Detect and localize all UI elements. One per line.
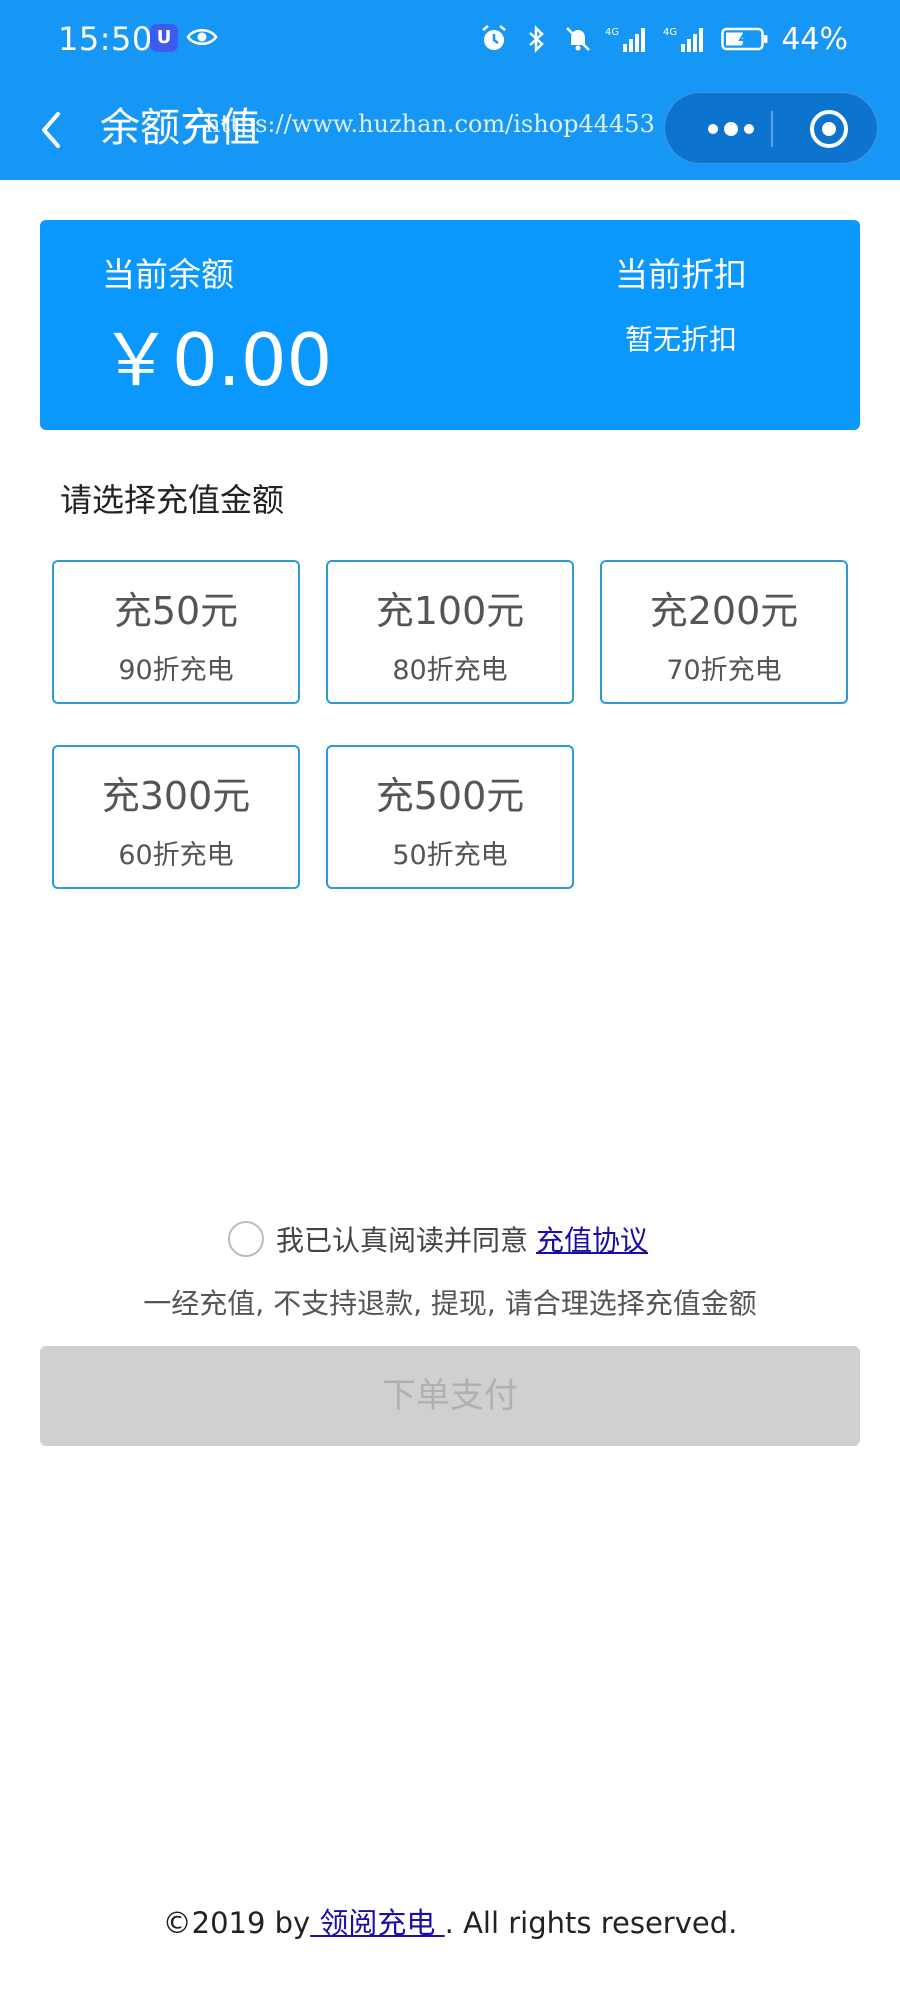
- section-title: 请选择充值金额: [60, 481, 285, 519]
- footer: ©2019 by 领阅充电 . All rights reserved.: [0, 1900, 900, 1942]
- svg-text:4G: 4G: [605, 27, 619, 38]
- option-discount: 50折充电: [392, 840, 508, 871]
- status-icons: 4G 4G 44%: [479, 20, 848, 58]
- agreement-text: 我已认真阅读并同意: [276, 1224, 529, 1257]
- capsule-divider: [771, 111, 773, 147]
- bluetooth-icon: [529, 24, 545, 54]
- option-discount: 70折充电: [666, 655, 782, 686]
- option-discount: 90折充电: [118, 655, 234, 686]
- svg-text:4G: 4G: [663, 27, 677, 38]
- status-time: 15:50: [58, 20, 153, 58]
- alarm-icon: [482, 25, 507, 50]
- footer-prefix: ©2019 by: [162, 1906, 311, 1940]
- option-amount: 充200元: [649, 589, 799, 633]
- refund-notice: 一经充值, 不支持退款, 提现, 请合理选择充值金额: [143, 1287, 757, 1320]
- close-target-icon[interactable]: [807, 107, 851, 151]
- recharge-option-100[interactable]: 充100元 80折充电: [326, 560, 574, 704]
- balance-card: 当前余额 ￥0.00 当前折扣 暂无折扣: [40, 220, 860, 430]
- recharge-option-500[interactable]: 充500元 50折充电: [326, 745, 574, 889]
- status-bar: 15:50 U 4G 4G 44%: [0, 0, 900, 80]
- signal-4g-icon: 4G: [663, 27, 704, 52]
- agreement-row: 我已认真阅读并同意 充值协议: [228, 1218, 648, 1260]
- recharge-option-300[interactable]: 充300元 60折充电: [52, 745, 300, 889]
- option-discount: 80折充电: [392, 655, 508, 686]
- option-amount: 充50元: [113, 589, 239, 633]
- balance-amount: ￥0.00: [100, 318, 333, 402]
- agreement-radio[interactable]: [228, 1221, 264, 1257]
- battery-percent: 44%: [781, 21, 848, 57]
- option-amount: 充100元: [375, 589, 525, 633]
- signal-4g-icon: 4G: [605, 27, 646, 52]
- watermark-text: https://www.huzhan.com/ishop44453: [205, 110, 655, 138]
- discount-label: 当前折扣: [615, 255, 747, 294]
- option-discount: 60折充电: [118, 840, 234, 871]
- mini-program-capsule: [664, 92, 878, 164]
- top-bar: 15:50 U 4G 4G 44% 余额充值 https://www.huzha…: [0, 0, 900, 180]
- footer-brand-link[interactable]: 领阅充电: [310, 1906, 444, 1940]
- option-amount: 充300元: [101, 774, 251, 818]
- recharge-option-50[interactable]: 充50元 90折充电: [52, 560, 300, 704]
- balance-label: 当前余额: [102, 255, 234, 294]
- discount-value: 暂无折扣: [625, 323, 738, 356]
- eye-icon: [186, 29, 218, 45]
- pay-button[interactable]: 下单支付: [40, 1346, 860, 1446]
- option-amount: 充500元: [375, 774, 525, 818]
- mute-icon: [566, 27, 591, 51]
- more-icon[interactable]: [695, 93, 775, 165]
- back-arrow-icon[interactable]: [30, 104, 74, 156]
- recharge-option-200[interactable]: 充200元 70折充电: [600, 560, 848, 704]
- app-notification-icon: U: [150, 24, 178, 52]
- agreement-link[interactable]: 充值协议: [536, 1219, 648, 1259]
- battery-icon: [721, 27, 768, 51]
- footer-suffix: . All rights reserved.: [444, 1906, 738, 1940]
- nav-bar: 余额充值 https://www.huzhan.com/ishop44453: [0, 80, 900, 180]
